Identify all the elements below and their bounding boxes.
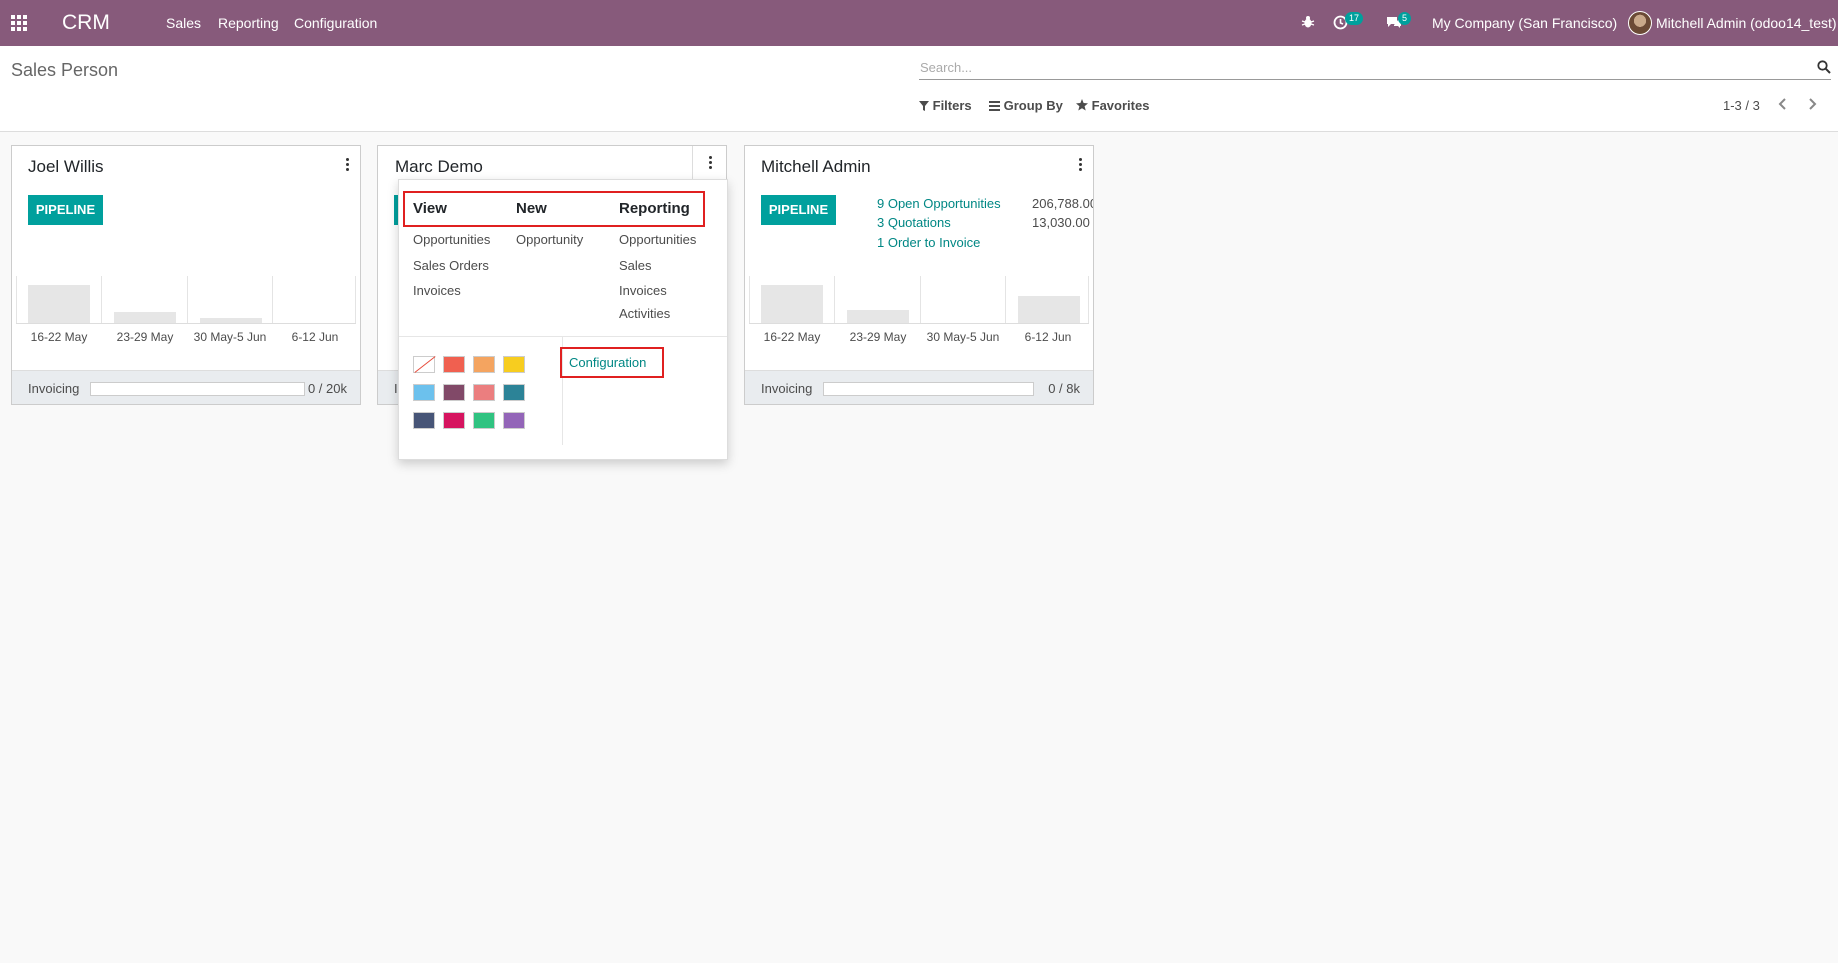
card-title: Marc Demo — [395, 157, 483, 176]
color-swatch[interactable] — [443, 356, 465, 373]
invoicing-label: Invoicing — [28, 381, 80, 396]
page-title: Sales Person — [11, 60, 119, 80]
view-sales-orders-item[interactable]: Sales Orders — [413, 258, 489, 273]
control-panel: Sales Person Filters Group By Favorites … — [0, 46, 1838, 132]
invoicing-footer: Invoicing 0 / 8k — [745, 370, 1093, 404]
card-dropdown-menu: View New Reporting Opportunities Sales O… — [398, 179, 728, 460]
app-brand[interactable]: CRM — [62, 11, 110, 35]
pipeline-button[interactable]: PIPELINE — [28, 195, 103, 225]
graph-bar — [1018, 296, 1080, 324]
messages-count-badge: 5 — [1398, 12, 1412, 25]
quotations-link[interactable]: 3 Quotations — [877, 215, 951, 230]
color-swatch[interactable] — [473, 356, 495, 373]
favorites-label: Favorites — [1091, 98, 1150, 113]
filter-funnel-icon — [919, 101, 929, 111]
search-icon[interactable] — [1817, 60, 1831, 74]
pager-next-icon[interactable] — [1804, 96, 1820, 112]
color-swatch[interactable] — [413, 356, 435, 373]
color-swatch[interactable] — [443, 384, 465, 401]
color-swatch[interactable] — [503, 384, 525, 401]
salesperson-card-joel-willis[interactable]: Joel Willis PIPELINE 16-22 May 23-29 May… — [11, 145, 361, 405]
group-by-button[interactable]: Group By — [989, 98, 1063, 113]
color-swatch[interactable] — [413, 412, 435, 429]
graph-x-label: 6-12 Jun — [1024, 330, 1072, 344]
invoicing-label: Invoicing — [761, 381, 813, 396]
group-by-bars-icon — [989, 101, 1000, 111]
user-menu[interactable]: Mitchell Admin (odoo14_test) — [1656, 15, 1837, 31]
graph-bar — [847, 310, 909, 324]
filters-button[interactable]: Filters — [919, 98, 972, 113]
configuration-link[interactable]: Configuration — [569, 355, 646, 370]
color-swatch[interactable] — [473, 384, 495, 401]
card-title: Mitchell Admin — [761, 157, 871, 176]
invoicing-value: 0 / 20k — [307, 381, 347, 396]
company-switcher[interactable]: My Company (San Francisco) — [1432, 15, 1617, 31]
search-input[interactable] — [919, 56, 1799, 78]
color-swatch[interactable] — [443, 412, 465, 429]
dropdown-header-view: View — [413, 200, 447, 217]
graph-x-label: 16-22 May — [763, 330, 821, 344]
graph-bar — [28, 285, 90, 324]
open-opportunities-amount: 206,788.00 — [1032, 196, 1093, 211]
card-menu-toggle[interactable] — [692, 146, 726, 180]
salesperson-card-mitchell-admin[interactable]: Mitchell Admin PIPELINE 9 Open Opportuni… — [744, 145, 1094, 405]
new-opportunity-item[interactable]: Opportunity — [516, 232, 583, 247]
menu-reporting[interactable]: Reporting — [218, 15, 279, 31]
menu-configuration[interactable]: Configuration — [294, 15, 377, 31]
graph-x-label: 30 May-5 Jun — [193, 330, 267, 344]
reporting-sales-item[interactable]: Sales — [619, 258, 652, 273]
dropdown-header-new: New — [516, 200, 547, 217]
invoicing-progress-bar — [823, 382, 1034, 396]
open-opportunities-link[interactable]: 9 Open Opportunities — [877, 196, 1001, 211]
invoicing-value: 0 / 8k — [1048, 381, 1080, 396]
search-bar — [919, 56, 1831, 80]
group-by-label: Group By — [1003, 98, 1063, 113]
card-menu-kebab-icon[interactable] — [343, 158, 351, 174]
card-menu-kebab-icon[interactable] — [1076, 158, 1084, 174]
card-title: Joel Willis — [28, 157, 104, 176]
pager-previous-icon[interactable] — [1775, 96, 1791, 112]
color-swatch[interactable] — [503, 356, 525, 373]
graph-x-label: 23-29 May — [116, 330, 174, 344]
card-menu-kebab-icon[interactable] — [706, 156, 714, 172]
reporting-invoices-item[interactable]: Invoices — [619, 283, 667, 298]
graph-bar — [761, 285, 823, 324]
invoicing-progress-bar — [90, 382, 305, 396]
debug-bug-icon[interactable] — [1301, 15, 1315, 29]
graph-x-label: 16-22 May — [30, 330, 88, 344]
pipeline-graph[interactable] — [16, 276, 356, 324]
pager-value[interactable]: 1-3 / 3 — [1723, 98, 1760, 113]
invoicing-footer: Invoicing 0 / 20k — [12, 370, 360, 404]
activity-count-badge: 17 — [1345, 12, 1364, 25]
reporting-opportunities-item[interactable]: Opportunities — [619, 232, 696, 247]
dropdown-header-reporting: Reporting — [619, 200, 690, 217]
graph-x-label: 30 May-5 Jun — [926, 330, 1000, 344]
favorites-button[interactable]: Favorites — [1076, 98, 1149, 113]
reporting-activities-item[interactable]: Activities — [619, 306, 670, 321]
quotations-amount: 13,030.00 — [1032, 215, 1090, 230]
graph-x-label: 6-12 Jun — [291, 330, 339, 344]
menu-sales[interactable]: Sales — [166, 15, 201, 31]
user-avatar[interactable] — [1628, 11, 1652, 35]
apps-menu-icon[interactable] — [11, 15, 29, 31]
order-to-invoice-link[interactable]: 1 Order to Invoice — [877, 235, 980, 250]
color-swatch[interactable] — [503, 412, 525, 429]
star-icon — [1076, 99, 1088, 111]
graph-x-label: 23-29 May — [849, 330, 907, 344]
color-swatch[interactable] — [413, 384, 435, 401]
filters-label: Filters — [932, 98, 972, 113]
color-swatch[interactable] — [473, 412, 495, 429]
view-opportunities-item[interactable]: Opportunities — [413, 232, 490, 247]
top-navbar: CRM Sales Reporting Configuration 17 5 M… — [0, 0, 1838, 46]
view-invoices-item[interactable]: Invoices — [413, 283, 461, 298]
pipeline-graph[interactable] — [749, 276, 1089, 324]
pipeline-button[interactable]: PIPELINE — [761, 195, 836, 225]
